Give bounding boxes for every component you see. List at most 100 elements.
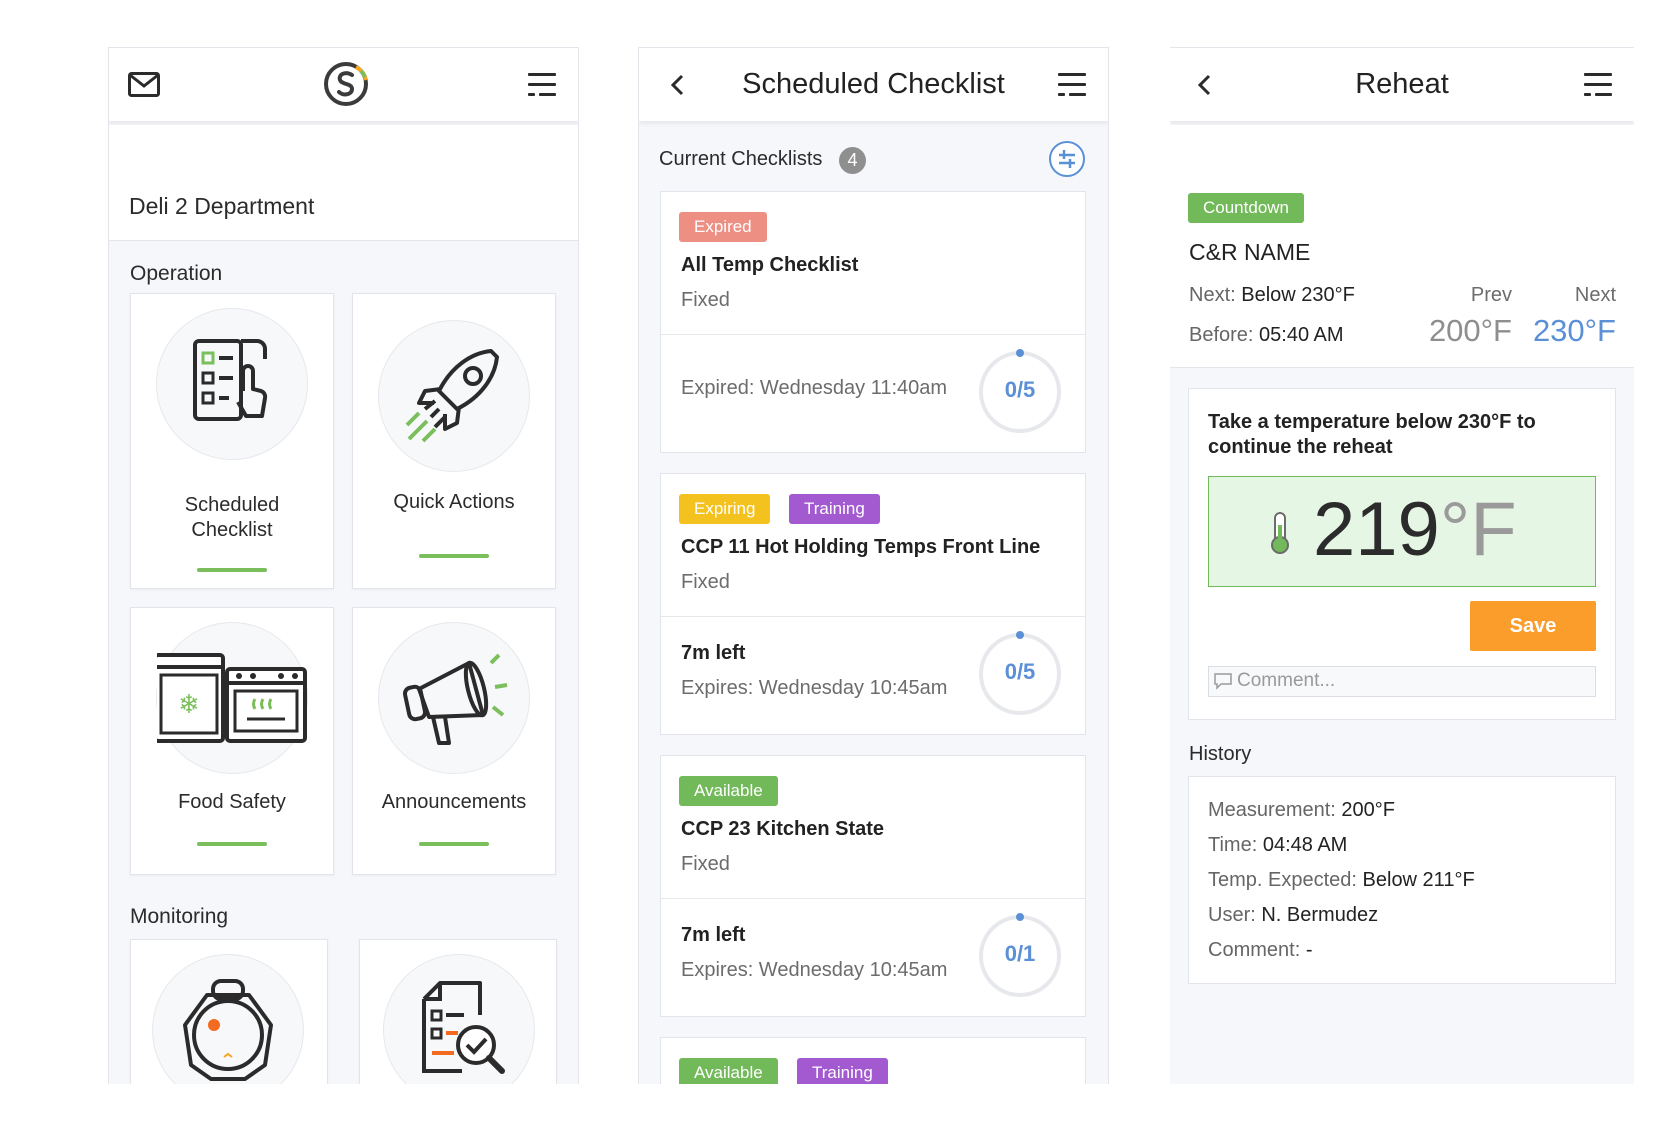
current-checklists-label: Current Checklists: [659, 148, 823, 170]
fridge-oven-icon: ❄: [156, 622, 308, 774]
section-monitoring: Monitoring: [130, 905, 229, 928]
checklist-time-left: 7m left: [681, 642, 746, 664]
checklist-icon: [156, 308, 308, 460]
tile-underline: [419, 842, 489, 846]
tile-underline: [419, 554, 489, 558]
history-measurement-label: Measurement:: [1208, 799, 1336, 821]
checklist-name: All Temp Checklist: [681, 254, 859, 276]
progress-ring: 0/5: [977, 349, 1063, 435]
home-topbar: [109, 47, 578, 121]
history-panel: Measurement: 200°F Time: 04:48 AM Temp. …: [1188, 776, 1616, 984]
tile-underline: [197, 568, 267, 572]
tile-underline: [197, 842, 267, 846]
history-user-value: N. Bermudez: [1261, 904, 1379, 926]
status-badge-training: Training: [797, 1058, 888, 1084]
save-button[interactable]: Save: [1470, 601, 1596, 651]
prev-temp: 200°F: [1428, 313, 1512, 348]
tile-sensors[interactable]: [130, 939, 328, 1084]
card-divider: [661, 334, 1085, 335]
next-header: Next: [1574, 284, 1616, 306]
filter-sort-icon[interactable]: [1048, 140, 1086, 178]
history-measurement: Measurement: 200°F: [1208, 799, 1395, 822]
checklist-card[interactable]: Expired All Temp Checklist Fixed Expired…: [660, 191, 1086, 453]
history-time-value: 04:48 AM: [1262, 834, 1348, 856]
sensor-icon: [152, 954, 304, 1084]
reheat-name: C&R NAME: [1189, 239, 1311, 265]
tile-reports[interactable]: [359, 939, 557, 1084]
tile-quick-actions[interactable]: Quick Actions: [352, 293, 556, 589]
reheat-topbar: Reheat: [1170, 47, 1634, 121]
thermometer-icon: [1269, 511, 1291, 555]
department-header[interactable]: Deli 2 Department: [109, 125, 578, 241]
history-label: History: [1189, 743, 1252, 765]
checklist-time-left: 7m left: [681, 924, 746, 946]
checklist-expiry: Expires: Wednesday 10:45am: [681, 677, 948, 699]
next-target: Next: Below 230°F: [1189, 284, 1355, 307]
history-expected-value: Below 211°F: [1362, 869, 1475, 891]
comment-placeholder: Comment...: [1237, 670, 1336, 691]
report-search-icon: [383, 954, 535, 1084]
menu-icon[interactable]: [1058, 73, 1086, 97]
section-operation: Operation: [130, 262, 223, 285]
instruction-text: Take a temperature below 230°F to contin…: [1208, 411, 1536, 458]
checklist-expiry: Expired: Wednesday 11:40am: [681, 377, 948, 399]
status-badge-expiring: Expiring: [679, 494, 771, 524]
tile-label: Quick Actions: [393, 491, 515, 513]
page-title: Scheduled Checklist: [742, 68, 1005, 100]
menu-icon[interactable]: [1584, 73, 1612, 97]
status-badge-expired: Expired: [679, 212, 767, 242]
megaphone-icon: [378, 622, 530, 774]
home-screen: Deli 2 Department Operation Scheduled Ch…: [108, 47, 579, 1084]
temperature-reading[interactable]: 219°F: [1208, 476, 1596, 587]
comment-input[interactable]: Comment...: [1208, 666, 1596, 697]
before-label: Before:: [1189, 324, 1254, 346]
rocket-icon: [378, 320, 530, 472]
comment-icon: [1213, 672, 1233, 690]
history-user-label: User:: [1208, 904, 1256, 926]
reading-number: 219: [1313, 487, 1440, 572]
reheat-screen: Reheat Countdown C&R NAME Next: Below 23…: [1170, 47, 1634, 1084]
history-expected-label: Temp. Expected:: [1208, 869, 1357, 891]
history-comment: Comment: -: [1208, 939, 1312, 962]
status-badge-available: Available: [679, 1058, 778, 1084]
checklist-topbar: Scheduled Checklist: [639, 47, 1108, 121]
tile-scheduled-checklist[interactable]: Scheduled Checklist: [130, 293, 334, 589]
history-expected: Temp. Expected: Below 211°F: [1208, 869, 1475, 892]
next-temp: 230°F: [1532, 313, 1616, 348]
checklist-card[interactable]: Available CCP 23 Kitchen State Fixed 7m …: [660, 755, 1086, 1017]
tile-announcements[interactable]: Announcements: [352, 607, 556, 875]
checklist-type: Fixed: [681, 289, 730, 311]
next-label: Next:: [1189, 284, 1236, 306]
progress-value: 0/5: [1004, 377, 1036, 402]
status-badge-training: Training: [789, 494, 880, 524]
reading-value: 219°F: [1313, 487, 1517, 573]
status-badge-countdown: Countdown: [1188, 193, 1305, 223]
reading-unit: °F: [1439, 487, 1517, 572]
menu-icon[interactable]: [528, 73, 556, 97]
card-divider: [661, 616, 1085, 617]
mail-icon[interactable]: [128, 72, 160, 98]
progress-ring: 0/5: [977, 631, 1063, 717]
checklist-card[interactable]: Expiring Training CCP 11 Hot Holding Tem…: [660, 473, 1086, 735]
department-name: Deli 2 Department: [129, 193, 315, 219]
history-time: Time: 04:48 AM: [1208, 834, 1347, 857]
card-divider: [661, 898, 1085, 899]
before-time: Before: 05:40 AM: [1189, 324, 1344, 347]
checklist-name: CCP 11 Hot Holding Temps Front Line: [681, 536, 1041, 558]
history-user: User: N. Bermudez: [1208, 904, 1378, 927]
checklist-card[interactable]: Available Training: [660, 1037, 1086, 1084]
progress-ring: 0/1: [977, 913, 1063, 999]
checklist-name: CCP 23 Kitchen State: [681, 818, 885, 840]
prev-header: Prev: [1470, 284, 1512, 306]
next-value: Below 230°F: [1241, 284, 1355, 306]
tile-label: Scheduled Checklist: [184, 494, 280, 541]
status-badge-available: Available: [679, 776, 778, 806]
checklist-type: Fixed: [681, 853, 730, 875]
brand-logo-icon: [322, 60, 370, 108]
tile-food-safety[interactable]: ❄ Food Safety: [130, 607, 334, 875]
tile-label: Announcements: [381, 791, 527, 813]
history-comment-value: -: [1305, 939, 1313, 961]
progress-value: 0/1: [1004, 941, 1036, 966]
page-title: Reheat: [1355, 68, 1449, 100]
checklist-screen: Scheduled Checklist Current Checklists 4…: [638, 47, 1109, 1084]
